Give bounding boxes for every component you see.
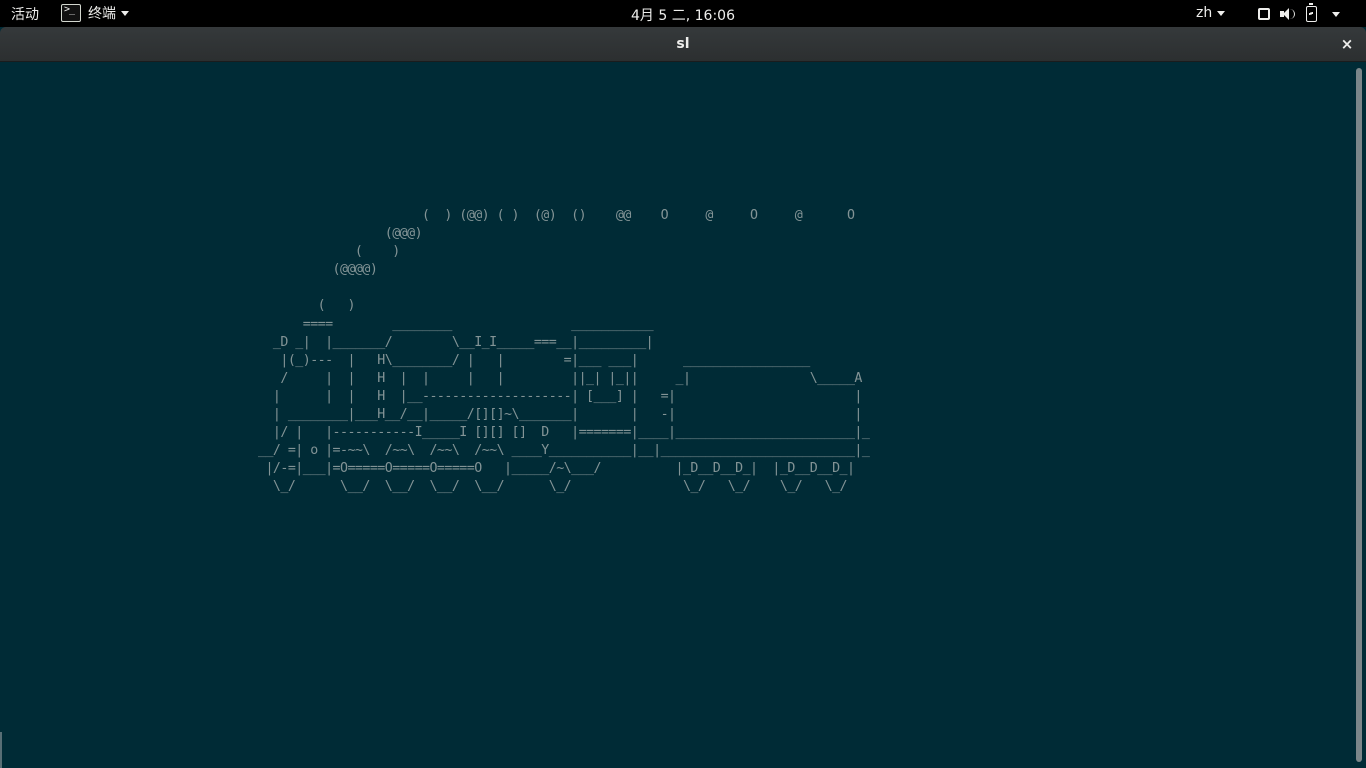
system-menu[interactable]	[1258, 3, 1340, 24]
window-title: sl	[676, 36, 690, 52]
app-menu-label: 终端	[88, 6, 116, 22]
chevron-down-icon	[1332, 11, 1340, 17]
terminal-area[interactable]: ( ) (@@) ( ) (@) () @@ O @ O @ O (@@@) (…	[0, 62, 1366, 768]
activities-button[interactable]: 活动	[11, 4, 39, 24]
chevron-down-icon	[1217, 10, 1226, 16]
display-icon	[1258, 8, 1270, 20]
window-edge	[0, 732, 2, 768]
chevron-down-icon	[121, 10, 129, 16]
clock-container: 4月 5 二, 16:06	[0, 5, 1366, 25]
input-language-label: zh	[1196, 5, 1213, 21]
close-button[interactable]: ×	[1338, 35, 1356, 53]
terminal-output-ascii-train: ( ) (@@) ( ) (@) () @@ O @ O @ O (@@@) (…	[258, 208, 870, 495]
app-menu-terminal[interactable]: 终端	[61, 2, 129, 24]
terminal-icon	[61, 4, 81, 22]
scrollbar[interactable]	[1354, 66, 1364, 764]
window-title-container: sl	[0, 36, 1366, 52]
volume-icon	[1280, 7, 1296, 21]
battery-icon	[1306, 3, 1317, 22]
window-title-bar[interactable]: sl ×	[0, 27, 1366, 62]
scrollbar-thumb[interactable]	[1356, 68, 1362, 762]
top-bar: 活动 终端 4月 5 二, 16:06 zh	[0, 0, 1366, 27]
clock[interactable]: 4月 5 二, 16:06	[631, 8, 735, 24]
input-language-menu[interactable]: zh	[1196, 5, 1226, 21]
